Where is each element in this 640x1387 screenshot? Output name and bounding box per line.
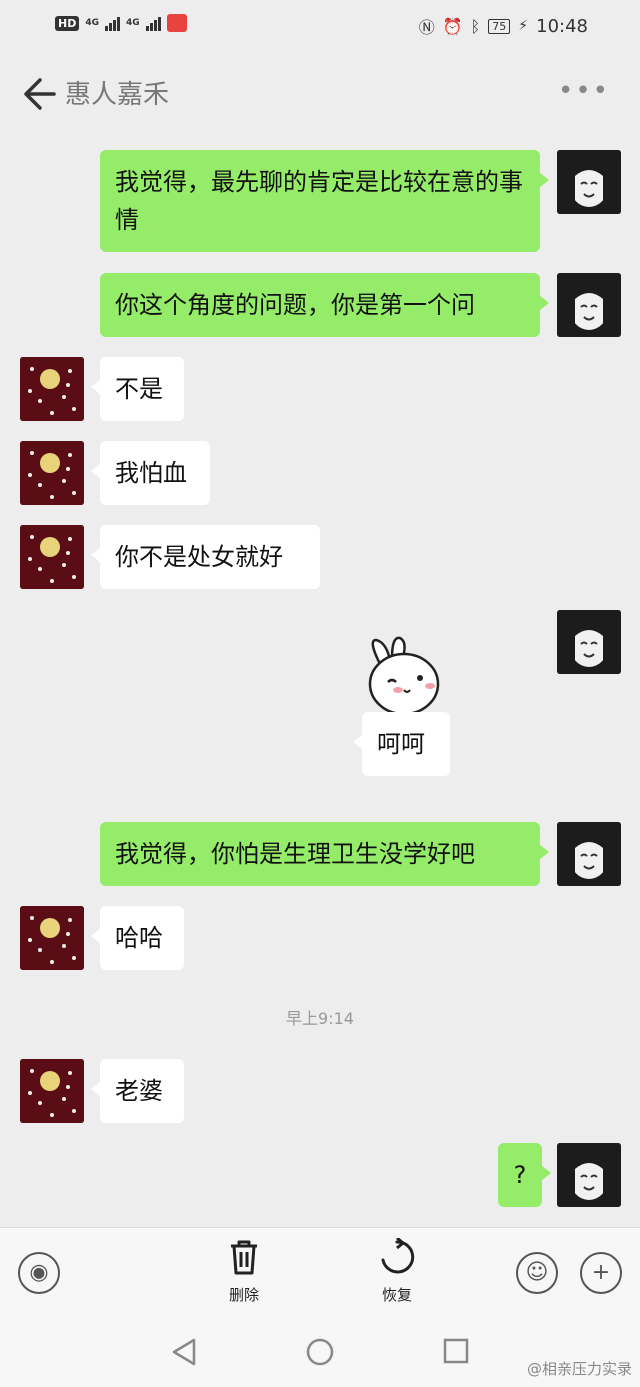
message-bubble[interactable]: 哈哈: [91, 906, 184, 970]
message-timestamp: 早上9:14: [286, 1009, 354, 1028]
contact-avatar[interactable]: [20, 441, 84, 505]
restore-button[interactable]: 恢复: [357, 1236, 437, 1305]
message-bubble[interactable]: 老婆: [91, 1059, 184, 1123]
bottom-action-bar: ◉ 删除 恢复 ☺ +: [0, 1227, 640, 1318]
contact-avatar[interactable]: [20, 906, 84, 970]
message-bubble[interactable]: ?: [498, 1143, 551, 1207]
contact-avatar[interactable]: [20, 525, 84, 589]
signal-icon: [105, 15, 120, 31]
nfc-icon: Ⓝ: [418, 18, 435, 37]
contact-avatar[interactable]: [20, 1059, 84, 1123]
chat-title: 惠人嘉禾: [65, 80, 170, 110]
message-bubble[interactable]: 你不是处女就好: [91, 525, 320, 589]
restore-label: 恢复: [381, 1286, 412, 1304]
nav-back-icon[interactable]: [170, 1337, 198, 1367]
network-type-1: 4G: [85, 18, 99, 28]
message-bubble[interactable]: 我觉得，最先聊的肯定是比较在意的事情: [100, 150, 549, 252]
charging-icon: ⚡: [518, 18, 529, 34]
network-type-2: 4G: [126, 18, 140, 28]
nav-recents-icon[interactable]: [442, 1337, 470, 1365]
clock: 10:48: [536, 15, 588, 37]
chat-area[interactable]: 我觉得，最先聊的肯定是比较在意的事情 你这个角度的问题，你是第一个问 不是 我怕…: [0, 132, 640, 1227]
message-bubble[interactable]: 不是: [91, 357, 184, 421]
battery-icon: 75: [488, 18, 511, 34]
my-avatar[interactable]: [557, 610, 621, 674]
voice-input-icon[interactable]: ◉: [18, 1252, 60, 1294]
my-avatar[interactable]: [557, 1143, 621, 1207]
my-avatar[interactable]: [557, 273, 621, 337]
restore-icon: [381, 1236, 415, 1274]
watermark: @相亲压力实录: [526, 1360, 632, 1378]
status-bar: HD 4G 4G Ⓝ ⏰ ᛒ 75 ⚡ 10:48: [0, 0, 640, 52]
message-bubble[interactable]: 我觉得，你怕是生理卫生没学好吧: [100, 822, 549, 886]
message-bubble[interactable]: 你这个角度的问题，你是第一个问: [100, 273, 549, 337]
bunny-sticker-icon[interactable]: [362, 634, 448, 716]
alarm-icon: ⏰: [442, 16, 463, 36]
more-options-icon[interactable]: •••: [558, 76, 610, 106]
bluetooth-icon: ᛒ: [470, 16, 481, 36]
nav-home-icon[interactable]: [305, 1337, 335, 1367]
title-bar: 惠人嘉禾 •••: [0, 52, 640, 132]
delete-label: 删除: [228, 1286, 259, 1304]
message-bubble[interactable]: 我怕血: [91, 441, 210, 505]
trash-icon: [231, 1240, 257, 1275]
sticker-caption-bubble[interactable]: 呵呵: [353, 712, 450, 776]
app-notification-icon: [166, 14, 187, 32]
plus-icon[interactable]: +: [580, 1252, 622, 1294]
contact-avatar[interactable]: [20, 357, 84, 421]
back-arrow-icon[interactable]: [20, 74, 60, 114]
emoji-icon[interactable]: ☺: [516, 1252, 558, 1294]
hd-badge: HD: [55, 15, 80, 31]
delete-button[interactable]: 删除: [204, 1238, 284, 1305]
my-avatar[interactable]: [557, 150, 621, 214]
my-avatar[interactable]: [557, 822, 621, 886]
signal-icon-2: [145, 15, 161, 31]
